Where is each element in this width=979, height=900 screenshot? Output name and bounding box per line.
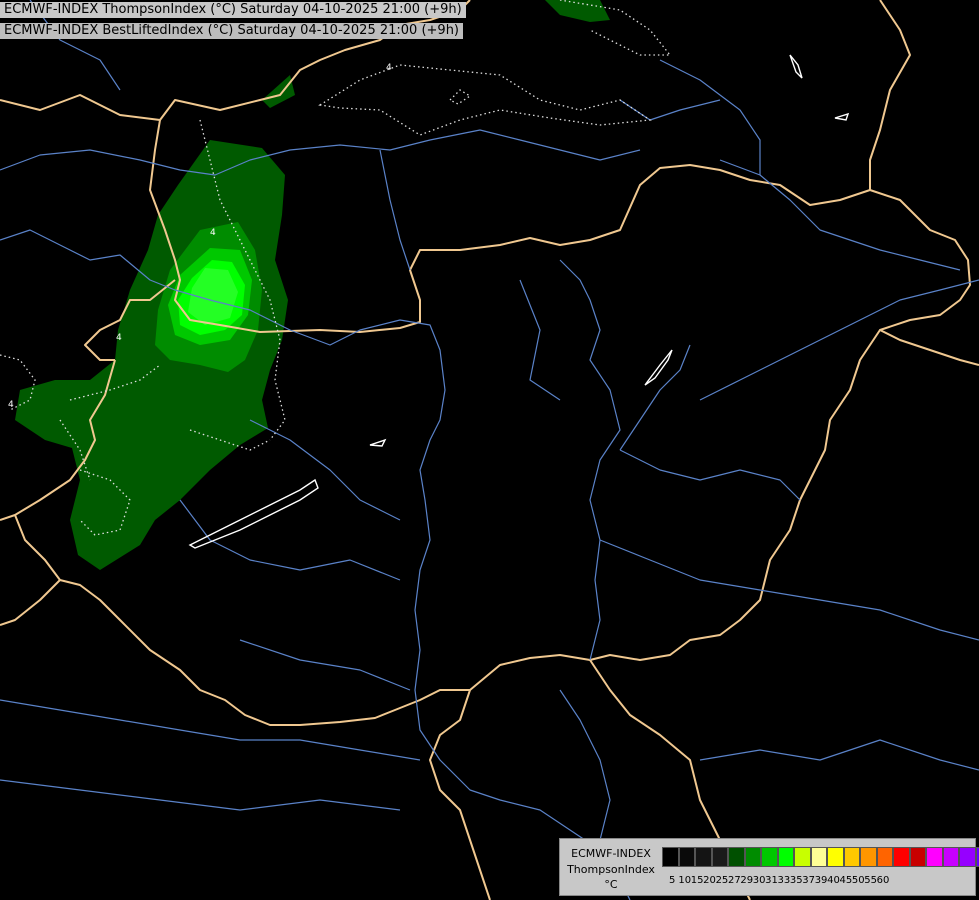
legend-tick-label: 31 (765, 875, 778, 886)
legend-tick-label: 10 (678, 875, 692, 886)
map-title-line-1: ECMWF-INDEX ThompsonIndex (°C) Saturday … (0, 2, 466, 18)
legend-swatch (926, 847, 943, 867)
legend-swatch (827, 847, 844, 867)
legend-tick-label: 20 (703, 875, 716, 886)
legend-tick-label: 60 (876, 875, 890, 886)
legend-swatch (695, 847, 712, 867)
legend-unit: °C (604, 878, 618, 891)
legend-tick-label: 35 (789, 875, 803, 886)
legend-swatches (662, 847, 979, 867)
legend-swatch (860, 847, 877, 867)
legend-tick-label: 33 (777, 875, 791, 886)
legend-swatch (810, 847, 827, 867)
legend-ticks: 5 10 15 20 25 27 29 30 31 33 35 37 39 40 45 50 55 60 (666, 875, 889, 887)
legend-tick-label: 5 (669, 875, 676, 886)
contour-label: 4 (210, 228, 216, 238)
weather-map: 4 4 4 4 (0, 0, 979, 900)
legend-swatch (909, 847, 926, 867)
legend-swatch (761, 847, 778, 867)
map-title-line-2: ECMWF-INDEX BestLiftedIndex (°C) Saturda… (0, 23, 463, 39)
legend-tick-label: 40 (827, 875, 840, 886)
legend-swatch (843, 847, 860, 867)
legend-tick-label: 15 (690, 875, 704, 886)
legend-swatch (711, 847, 728, 867)
legend-tick-label: 55 (864, 875, 877, 886)
legend-swatch (662, 847, 679, 867)
legend-tick-label: 50 (851, 875, 865, 886)
legend-swatch (876, 847, 893, 867)
legend-tick-label: 37 (802, 875, 816, 886)
color-legend: ECMWF-INDEX ThompsonIndex °C 5 10 15 20 25 27… (559, 838, 979, 896)
legend-title: ECMWF-INDEX (571, 847, 651, 860)
legend-tick-label: 25 (715, 875, 729, 886)
legend-tick-label: 29 (740, 875, 754, 886)
legend-swatch (744, 847, 761, 867)
legend-swatch (893, 847, 910, 867)
legend-swatch (678, 847, 695, 867)
legend-tick-label: 30 (752, 875, 766, 886)
contour-label: 4 (386, 63, 392, 73)
legend-swatch (728, 847, 745, 867)
legend-swatch (959, 847, 976, 867)
legend-variable: ThompsonIndex (567, 863, 655, 876)
legend-swatch (942, 847, 959, 867)
legend-tick-label: 27 (727, 875, 741, 886)
legend-swatch (794, 847, 811, 867)
legend-tick-label: 45 (839, 875, 853, 886)
legend-swatch (975, 847, 979, 867)
contour-label: 4 (8, 400, 14, 410)
contour-label: 4 (116, 333, 122, 343)
legend-swatch (777, 847, 794, 867)
legend-tick-label: 39 (814, 875, 828, 886)
